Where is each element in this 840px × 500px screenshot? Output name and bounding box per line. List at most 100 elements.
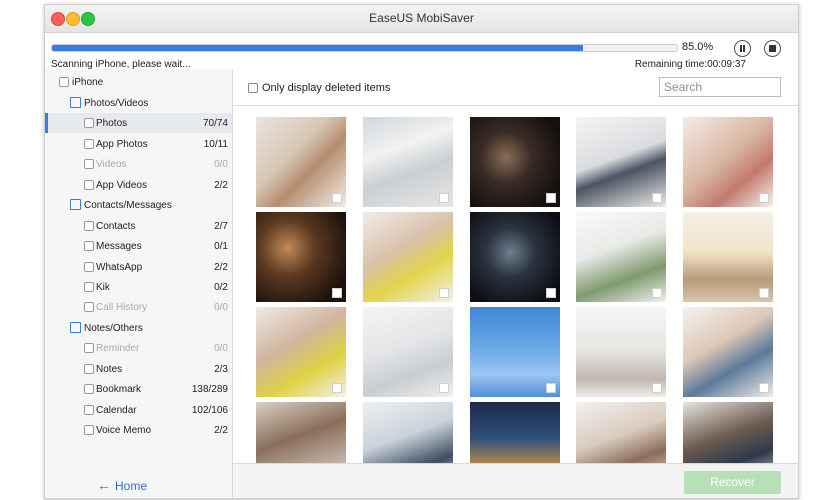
photo-checkbox[interactable] xyxy=(546,383,556,393)
arrow-left-icon: ← xyxy=(97,477,111,493)
photo-icon xyxy=(70,97,81,108)
photo-checkbox[interactable] xyxy=(332,383,342,393)
photo-thumbnail[interactable] xyxy=(470,212,560,302)
only-deleted-label[interactable]: Only display deleted items xyxy=(262,82,390,94)
photo-thumbnail[interactable] xyxy=(470,117,560,207)
photo-thumbnail[interactable] xyxy=(470,402,560,463)
pause-button[interactable] xyxy=(734,40,751,57)
tree-root-label: iPhone xyxy=(72,77,104,88)
notes-icon xyxy=(70,322,81,333)
item-checkbox[interactable] xyxy=(84,364,94,374)
sidebar-item-app-videos[interactable]: App Videos 2/2 xyxy=(45,175,232,195)
photo-thumbnail[interactable] xyxy=(256,117,346,207)
sidebar-item-count: 2/2 xyxy=(214,425,228,436)
photo-checkbox[interactable] xyxy=(332,193,342,203)
sidebar-item-whatsapp[interactable]: WhatsApp 2/2 xyxy=(45,257,232,277)
sidebar-item-app-photos[interactable]: App Photos 10/11 xyxy=(45,134,232,154)
item-checkbox[interactable] xyxy=(84,343,94,353)
photo-thumbnail[interactable] xyxy=(683,307,773,397)
photo-thumbnail[interactable] xyxy=(576,117,666,207)
sidebar-item-label: Photos xyxy=(96,118,128,129)
sidebar-item-reminder[interactable]: Reminder 0/0 xyxy=(45,338,232,358)
sidebar-item-label: Call History xyxy=(96,302,148,313)
item-checkbox[interactable] xyxy=(84,384,94,394)
sidebar-item-label: WhatsApp xyxy=(96,262,143,273)
photo-thumbnail[interactable] xyxy=(256,402,346,463)
sidebar-item-voice-memo[interactable]: Voice Memo 2/2 xyxy=(45,420,232,440)
photo-checkbox[interactable] xyxy=(652,288,662,298)
sidebar-item-label: Videos xyxy=(96,159,127,170)
photo-checkbox[interactable] xyxy=(332,288,342,298)
scan-progress-area: 85.0% Scanning iPhone, please wait... Re… xyxy=(45,33,798,73)
item-checkbox[interactable] xyxy=(84,118,94,128)
photo-thumbnail[interactable] xyxy=(363,402,453,463)
photo-checkbox[interactable] xyxy=(759,288,769,298)
photo-thumbnail[interactable] xyxy=(683,117,773,207)
photo-checkbox[interactable] xyxy=(652,193,662,203)
photo-thumbnail[interactable] xyxy=(256,212,346,302)
sidebar-item-count: 10/11 xyxy=(203,139,228,150)
category-photos-videos[interactable]: Photos/Videos xyxy=(45,93,232,113)
item-checkbox[interactable] xyxy=(84,405,94,415)
photo-thumbnail[interactable] xyxy=(363,117,453,207)
stop-button[interactable] xyxy=(764,40,781,57)
iphone-checkbox[interactable] xyxy=(59,77,69,87)
sidebar-item-bookmark[interactable]: Bookmark 138/289 xyxy=(45,379,232,399)
photo-thumbnail[interactable] xyxy=(576,402,666,463)
only-deleted-checkbox[interactable] xyxy=(248,83,258,93)
category-contacts-messages[interactable]: Contacts/Messages xyxy=(45,195,232,215)
item-checkbox[interactable] xyxy=(84,139,94,149)
scan-percent: 85.0% xyxy=(682,41,714,53)
item-checkbox[interactable] xyxy=(84,221,94,231)
photo-checkbox[interactable] xyxy=(439,193,449,203)
sidebar-item-videos[interactable]: Videos 0/0 xyxy=(45,154,232,174)
photo-thumbnail[interactable] xyxy=(683,402,773,463)
sidebar-item-label: Contacts xyxy=(96,221,136,232)
sidebar-item-contacts[interactable]: Contacts 2/7 xyxy=(45,216,232,236)
item-checkbox[interactable] xyxy=(84,241,94,251)
item-checkbox[interactable] xyxy=(84,262,94,272)
item-checkbox[interactable] xyxy=(84,180,94,190)
photo-thumbnail[interactable] xyxy=(576,212,666,302)
title-bar: EaseUS MobiSaver xyxy=(45,5,798,33)
main-panel: Only display deleted items Search Recove… xyxy=(233,69,798,498)
sidebar-item-label: Voice Memo xyxy=(96,425,152,436)
photo-checkbox[interactable] xyxy=(546,288,556,298)
sidebar-item-notes[interactable]: Notes 2/3 xyxy=(45,359,232,379)
item-checkbox[interactable] xyxy=(84,425,94,435)
home-button[interactable]: ← Home xyxy=(97,477,147,493)
photo-thumbnail[interactable] xyxy=(256,307,346,397)
sidebar-item-count: 0/1 xyxy=(214,241,228,252)
category-notes-others[interactable]: Notes/Others xyxy=(45,318,232,338)
item-checkbox[interactable] xyxy=(84,159,94,169)
sidebar-item-kik[interactable]: Kik 0/2 xyxy=(45,277,232,297)
sidebar-item-label: Messages xyxy=(96,241,142,252)
photo-checkbox[interactable] xyxy=(439,288,449,298)
app-window: EaseUS MobiSaver 85.0% Scanning iPhone, … xyxy=(44,4,799,499)
photo-checkbox[interactable] xyxy=(439,383,449,393)
photo-thumbnail[interactable] xyxy=(363,307,453,397)
photo-checkbox[interactable] xyxy=(652,383,662,393)
photo-checkbox[interactable] xyxy=(546,193,556,203)
sidebar-item-calendar[interactable]: Calendar 102/106 xyxy=(45,400,232,420)
photo-thumbnail[interactable] xyxy=(363,212,453,302)
photo-checkbox[interactable] xyxy=(759,193,769,203)
search-input[interactable] xyxy=(659,77,781,97)
home-label: Home xyxy=(115,479,148,493)
sidebar-item-messages[interactable]: Messages 0/1 xyxy=(45,236,232,256)
tree-root-iphone[interactable]: iPhone xyxy=(45,72,232,92)
sidebar-item-count: 2/3 xyxy=(214,364,228,375)
sidebar-item-call-history[interactable]: Call History 0/0 xyxy=(45,297,232,317)
recover-button[interactable]: Recover xyxy=(684,471,781,494)
sidebar-item-photos[interactable]: Photos 70/74 xyxy=(45,113,232,133)
sidebar-item-label: App Videos xyxy=(96,180,147,191)
filter-bar: Only display deleted items xyxy=(233,69,798,106)
photo-thumbnail[interactable] xyxy=(576,307,666,397)
photo-thumbnail[interactable] xyxy=(683,212,773,302)
photo-checkbox[interactable] xyxy=(759,383,769,393)
item-checkbox[interactable] xyxy=(84,302,94,312)
photo-thumbnail[interactable] xyxy=(470,307,560,397)
item-checkbox[interactable] xyxy=(84,282,94,292)
sidebar-item-label: Notes xyxy=(96,364,123,375)
sidebar-item-count: 102/106 xyxy=(191,405,228,416)
